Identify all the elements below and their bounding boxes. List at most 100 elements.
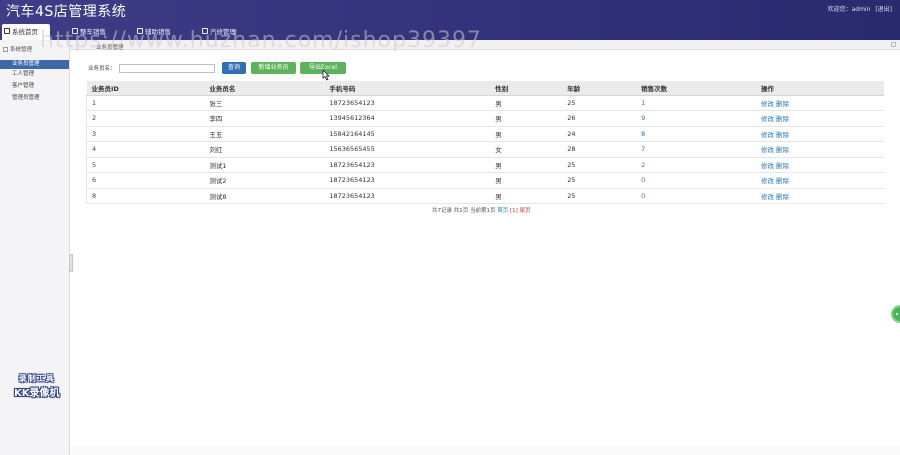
cell-age: 24: [562, 126, 637, 142]
cell-id: 5: [86, 157, 205, 173]
header-phone[interactable]: 手机号码: [324, 81, 491, 96]
cell-age: 25: [562, 188, 637, 204]
sidebar-item-workers[interactable]: 工人管理: [0, 70, 69, 79]
sidebar-heading[interactable]: 系统管理: [3, 45, 32, 53]
edit-link[interactable]: 修改: [761, 146, 774, 154]
recorder-watermark: 录制工具 KK录像机: [14, 373, 60, 399]
cell-sales: 7: [636, 141, 757, 158]
mouse-cursor-icon: [322, 70, 330, 81]
chat-float-button[interactable]: [891, 305, 900, 323]
cell-phone: 18723654123: [324, 172, 491, 189]
cell-phone: 18723654123: [324, 95, 491, 111]
query-button[interactable]: 查询: [222, 62, 246, 74]
sidebar-collapse-handle[interactable]: [69, 254, 73, 272]
tab-label: 系统首页: [12, 28, 38, 36]
cell-sex: 男: [490, 110, 563, 127]
recorder-line2: KK录像机: [14, 388, 60, 399]
cell-id: 8: [86, 188, 205, 204]
add-salesman-button[interactable]: 新增业务员: [251, 62, 296, 74]
edit-link[interactable]: 修改: [761, 193, 774, 201]
edit-link[interactable]: 修改: [761, 177, 774, 185]
edit-link[interactable]: 修改: [761, 115, 774, 123]
header-sales[interactable]: 销售次数: [636, 81, 757, 96]
cell-phone: 18723654123: [324, 157, 491, 173]
table-row: 4 刘红 15636565455 女 28 7 修改 删除: [86, 141, 884, 158]
delete-link[interactable]: 删除: [776, 162, 789, 170]
cell-id: 4: [86, 141, 205, 158]
cell-phone: 15636565455: [324, 141, 491, 158]
sidebar-item-salesman[interactable]: 业务员管理: [0, 60, 69, 69]
cell-actions: 修改 删除: [756, 110, 884, 127]
cell-sales: 0: [636, 172, 757, 189]
table-row: 2 李四 13945612364 男 26 9 修改 删除: [86, 110, 884, 127]
cell-name: 李四: [204, 110, 325, 127]
last-page-link[interactable]: 尾页: [520, 208, 531, 214]
header-age[interactable]: 年龄: [562, 81, 637, 96]
header-id[interactable]: 业务员ID: [86, 81, 205, 96]
cell-phone: 13945612364: [324, 110, 491, 127]
table-row: 1 张三 18723654123 男 25 1 修改 删除: [86, 95, 884, 111]
cell-phone: 15842164145: [324, 126, 491, 142]
cell-id: 6: [86, 172, 205, 189]
table-row: 3 王五 15842164145 男 24 8 修改 删除: [86, 126, 884, 142]
app-title: 汽车4S店管理系统: [6, 4, 127, 20]
cell-sales: 1: [636, 95, 757, 111]
cell-actions: 修改 删除: [756, 141, 884, 158]
edit-link[interactable]: 修改: [761, 131, 774, 139]
delete-link[interactable]: 删除: [776, 115, 789, 123]
cell-sex: 男: [490, 172, 563, 189]
cell-name: 测试8: [204, 188, 325, 204]
sidebar-heading-label: 系统管理: [10, 47, 33, 53]
footer-strip: [70, 446, 900, 455]
fullscreen-icon[interactable]: [891, 42, 896, 47]
delete-link[interactable]: 删除: [776, 131, 789, 139]
pagination-summary: 共7记录 共1页 当前第1页: [432, 208, 496, 214]
search-label: 业务员名：: [88, 66, 116, 72]
table-header-row: 业务员ID 业务员名 手机号码 性别 年龄 销售次数 操作: [86, 81, 884, 96]
welcome-text: 欢迎您：admin: [827, 6, 871, 13]
cell-id: 2: [86, 110, 205, 127]
header-actions: 操作: [756, 81, 884, 96]
header-sex[interactable]: 性别: [490, 81, 563, 96]
cell-name: 测试2: [204, 172, 325, 189]
table-row: 8 测试8 18723654123 男 25 0 修改 删除: [86, 188, 884, 204]
logout-link[interactable]: [退出]: [875, 6, 892, 13]
cell-sex: 男: [490, 157, 563, 173]
cell-sales: 0: [636, 188, 757, 204]
sidebar-item-customers[interactable]: 客户管理: [0, 82, 69, 91]
edit-link[interactable]: 修改: [761, 162, 774, 170]
cell-actions: 修改 删除: [756, 188, 884, 204]
table-row: 6 测试2 18723654123 男 25 0 修改 删除: [86, 172, 884, 189]
cell-sex: 男: [490, 126, 563, 142]
delete-link[interactable]: 删除: [776, 146, 789, 154]
cell-name: 测试1: [204, 157, 325, 173]
cell-actions: 修改 删除: [756, 95, 884, 111]
edit-link[interactable]: 修改: [761, 100, 774, 108]
cell-phone: 18723654123: [324, 188, 491, 204]
folder-icon: [3, 47, 8, 52]
first-page-link[interactable]: 首页: [497, 208, 508, 214]
cell-id: 1: [86, 95, 205, 111]
cell-sex: 女: [490, 141, 563, 158]
header-name[interactable]: 业务员名: [204, 81, 325, 96]
current-page: [1]: [510, 208, 518, 214]
home-icon: [4, 28, 10, 34]
cell-age: 25: [562, 95, 637, 111]
watermark-text: https://www.huzhan.com/ishop39397: [40, 28, 482, 53]
cell-age: 28: [562, 141, 637, 158]
cell-sales: 2: [636, 157, 757, 173]
salesman-table: 业务员ID 业务员名 手机号码 性别 年龄 销售次数 操作 1 张三 18723…: [86, 81, 884, 204]
cell-actions: 修改 删除: [756, 126, 884, 142]
recorder-line1: 录制工具: [18, 374, 55, 383]
cell-actions: 修改 删除: [756, 157, 884, 173]
delete-link[interactable]: 删除: [776, 177, 789, 185]
cell-age: 25: [562, 172, 637, 189]
user-info: 欢迎您：admin [退出]: [825, 4, 892, 13]
delete-link[interactable]: 删除: [776, 100, 789, 108]
search-input[interactable]: [119, 64, 215, 73]
cell-actions: 修改 删除: [756, 172, 884, 189]
pagination: 共7记录 共1页 当前第1页 首页 [1] 尾页: [432, 206, 531, 214]
sidebar-item-admins[interactable]: 管理员管理: [0, 94, 69, 103]
delete-link[interactable]: 删除: [776, 193, 789, 201]
cell-name: 张三: [204, 95, 325, 111]
